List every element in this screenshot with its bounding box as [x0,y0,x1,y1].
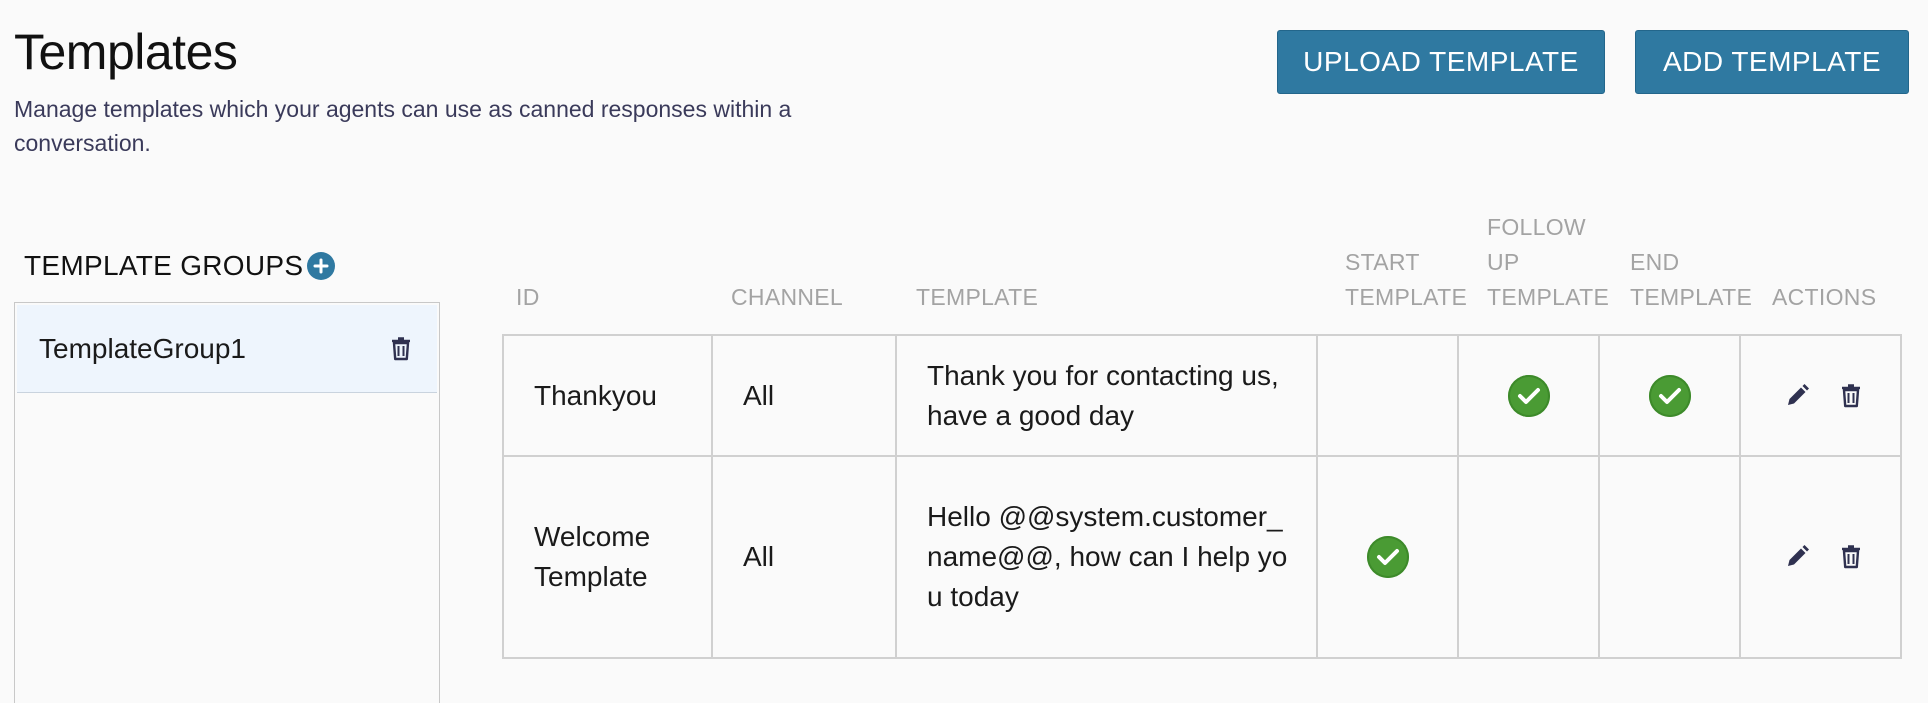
upload-template-button[interactable]: UPLOAD TEMPLATE [1277,30,1605,94]
column-header-end-template: END TEMPLATE [1630,245,1752,315]
column-header-template: TEMPLATE [916,284,1039,310]
page-title: Templates [14,24,238,80]
cell-id: Thankyou [502,334,713,457]
column-header-follow-up-line-3: TEMPLATE [1487,284,1610,310]
trash-icon[interactable] [1841,545,1861,569]
cell-template: Hello @@system.customer_name@@, how can … [895,455,1318,659]
column-header-start-line-2: TEMPLATE [1345,284,1468,310]
column-header-follow-up-line-2: UP [1487,249,1520,275]
edit-icon[interactable] [1784,383,1810,409]
trash-icon[interactable] [391,336,411,361]
column-header-end-line-2: TEMPLATE [1630,284,1753,310]
template-groups-label: TEMPLATE GROUPS [24,250,304,281]
templates-table: Thankyou All Thank you for contacting us… [502,334,1902,659]
column-header-start-template: START TEMPLATE [1345,245,1467,315]
check-circle-icon [1507,374,1550,417]
column-header-end-line-1: END [1630,249,1680,275]
cell-actions [1739,455,1902,659]
template-groups-heading: TEMPLATE GROUPS [24,250,336,282]
column-header-follow-up-template: FOLLOW UP TEMPLATE [1487,210,1609,315]
table-row: Welcome Template All Hello @@system.cust… [502,455,1902,659]
cell-template: Thank you for contacting us, have a good… [895,334,1318,457]
edit-icon[interactable] [1784,544,1810,570]
column-header-id: ID [516,284,540,310]
group-item-templategroup1[interactable]: TemplateGroup1 [17,305,437,393]
add-template-button[interactable]: ADD TEMPLATE [1635,30,1909,94]
column-header-channel: CHANNEL [731,284,844,310]
table-row: Thankyou All Thank you for contacting us… [502,334,1902,457]
cell-id: Welcome Template [502,455,713,659]
cell-channel: All [711,334,897,457]
trash-icon[interactable] [1841,383,1861,408]
template-groups-panel: TemplateGroup1 [14,302,440,703]
cell-follow-up-template [1457,334,1600,457]
cell-actions [1739,334,1902,457]
page-description: Manage templates which your agents can u… [14,96,792,156]
cell-start-template [1316,455,1459,659]
group-item-label: TemplateGroup1 [39,332,247,364]
column-header-actions: ACTIONS [1772,284,1877,310]
cell-follow-up-template [1457,455,1600,659]
cell-start-template [1316,334,1459,457]
cell-end-template [1598,455,1741,659]
check-circle-icon [1648,374,1691,417]
cell-channel: All [711,455,897,659]
plus-circle-icon[interactable] [307,252,336,280]
cell-end-template [1598,334,1741,457]
column-header-start-line-1: START [1345,249,1420,275]
check-circle-icon [1366,536,1409,578]
column-header-follow-up-line-1: FOLLOW [1487,214,1586,240]
